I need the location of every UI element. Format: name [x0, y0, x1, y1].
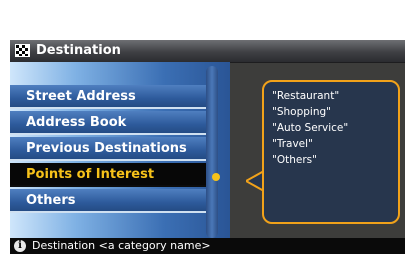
callout-line-travel: "Travel" [272, 138, 313, 150]
page-title: Destination [36, 43, 121, 58]
callout-line-shopping: "Shopping" [272, 106, 331, 118]
status-text: Destination <a category name> [32, 239, 211, 252]
callout-line-auto-service: "Auto Service" [272, 122, 349, 134]
menu-item-address-book[interactable]: Address Book [10, 111, 206, 135]
title-bar: Destination [10, 40, 405, 63]
menu-item-previous-destinations[interactable]: Previous Destinations [10, 137, 206, 161]
scrollbar[interactable] [206, 66, 218, 238]
checkered-flag-icon [15, 44, 30, 57]
menu-item-street-address[interactable]: Street Address [10, 85, 206, 109]
menu-item-points-of-interest[interactable]: Points of Interest [10, 163, 206, 187]
menu-item-others[interactable]: Others [10, 189, 206, 213]
selection-indicator [212, 173, 220, 181]
navigation-screen: Destination Street Address Address Book … [10, 40, 405, 254]
status-bar: i Destination <a category name> [10, 238, 405, 254]
callout-line-others: "Others" [272, 154, 317, 166]
callout-line-restaurant: "Restaurant" [272, 90, 340, 102]
info-icon: i [14, 240, 26, 252]
